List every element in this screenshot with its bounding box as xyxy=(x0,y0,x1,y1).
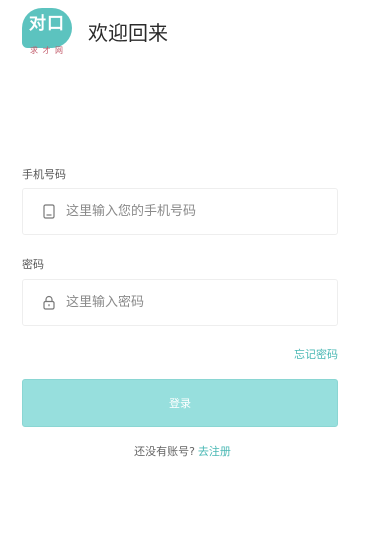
phone-label: 手机号码 xyxy=(22,168,66,181)
password-label: 密码 xyxy=(22,258,44,271)
page-title: 欢迎回来 xyxy=(88,20,168,45)
header: 对口 求 才 网 欢迎回来 xyxy=(22,8,168,58)
forgot-password-link[interactable]: 忘记密码 xyxy=(294,346,338,362)
password-input[interactable] xyxy=(66,295,316,310)
password-field[interactable] xyxy=(22,279,338,326)
phone-field[interactable] xyxy=(22,188,338,235)
register-link[interactable]: 去注册 xyxy=(198,445,231,458)
phone-icon xyxy=(42,204,56,220)
login-button[interactable]: 登录 xyxy=(22,379,338,427)
phone-input[interactable] xyxy=(66,204,316,219)
lock-icon xyxy=(42,295,56,311)
logo-subtext: 求 才 网 xyxy=(29,46,65,55)
register-prompt-text: 还没有账号? xyxy=(134,445,195,458)
brand-logo: 对口 求 才 网 xyxy=(22,8,72,58)
logo-text: 对口 xyxy=(29,14,65,34)
register-prompt: 还没有账号? 去注册 xyxy=(0,443,365,459)
